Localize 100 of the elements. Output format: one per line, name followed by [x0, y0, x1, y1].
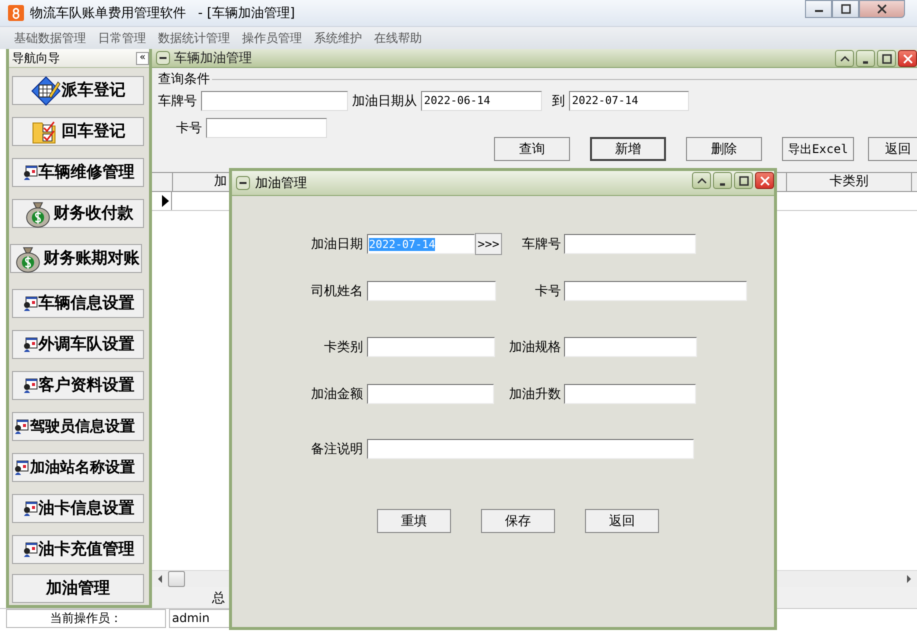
scroll-thumb[interactable]	[168, 571, 185, 587]
window-title: 物流车队账单费用管理软件	[30, 5, 186, 22]
system-menu-icon[interactable]	[156, 51, 170, 65]
user-card-icon	[22, 500, 38, 516]
nav-button[interactable]: 油卡充值管理	[12, 535, 144, 564]
system-menu-icon[interactable]	[236, 176, 250, 190]
nav-button[interactable]: 加油站名称设置	[12, 453, 144, 482]
nav-button[interactable]: 客户资料设置	[12, 371, 144, 400]
window-title: 车辆加油管理	[174, 50, 252, 67]
column-header: 加	[213, 173, 227, 191]
field-label: 卡号	[176, 120, 202, 137]
field-label: 备注说明	[310, 441, 363, 458]
dialog-title: 加油管理	[255, 175, 307, 192]
document-title: - [车辆加油管理]	[198, 5, 295, 22]
minimize-icon	[863, 60, 868, 64]
nav-button[interactable]: 外调车队设置	[12, 330, 144, 359]
status-label: 当前操作员：	[6, 609, 166, 628]
action-button[interactable]: 导出Excel	[782, 137, 854, 161]
action-button[interactable]: 返回	[868, 137, 917, 161]
action-button[interactable]: 返回	[585, 509, 659, 533]
user-card-icon	[22, 542, 38, 558]
action-button[interactable]: 删除	[686, 137, 762, 161]
nav-button[interactable]: 回车登记	[12, 117, 144, 146]
roll-up-button[interactable]	[692, 172, 711, 189]
field-label: 加油日期	[310, 236, 363, 253]
action-button[interactable]: 保存	[481, 509, 555, 533]
close-icon	[902, 54, 912, 64]
nav-button[interactable]: 驾驶员信息设置	[12, 412, 144, 441]
form-icon	[30, 76, 60, 106]
input-field[interactable]	[564, 337, 697, 357]
minimize-button[interactable]	[856, 50, 875, 67]
field-label: 到	[552, 93, 565, 110]
field-label: 司机姓名	[310, 283, 363, 300]
input-field[interactable]	[367, 281, 496, 301]
action-button[interactable]: 重填	[377, 509, 451, 533]
user-card-icon	[22, 164, 38, 180]
group-title: 查询条件	[158, 71, 210, 88]
input-field[interactable]: 2022-07-14	[569, 91, 689, 111]
caret-up-icon	[696, 176, 706, 186]
field-label: 车牌号	[158, 93, 197, 110]
nav-button[interactable]: 油卡信息设置	[12, 494, 144, 523]
input-field[interactable]	[564, 234, 696, 254]
field-label: 加油日期从	[352, 93, 417, 110]
user-card-icon	[13, 460, 29, 476]
input-field[interactable]: 2022-06-14	[421, 91, 542, 111]
input-field[interactable]	[367, 384, 494, 404]
input-field[interactable]	[367, 439, 694, 459]
nav-button[interactable]: 财务账期对账	[10, 244, 142, 273]
input-field[interactable]	[564, 384, 696, 404]
field-label: 卡号	[534, 283, 561, 300]
field-label: 加油规格	[508, 339, 561, 356]
nav-button[interactable]: 加油管理	[12, 574, 144, 603]
menu-item[interactable]: 日常管理	[92, 30, 152, 46]
minimize-button[interactable]	[805, 0, 832, 18]
caret-up-icon	[840, 54, 850, 64]
user-card-icon	[13, 418, 29, 434]
user-card-icon	[22, 378, 38, 394]
nav-button[interactable]: 财务收付款	[12, 199, 144, 228]
menu-item[interactable]: 基础数据管理	[8, 30, 92, 46]
maximize-icon	[840, 4, 852, 14]
row-pointer-icon	[161, 195, 169, 207]
summary-label: 总	[212, 590, 225, 606]
close-button[interactable]	[859, 0, 905, 18]
input-field[interactable]	[564, 281, 747, 301]
maximize-button[interactable]	[734, 172, 753, 189]
nav-button[interactable]: 车辆信息设置	[12, 289, 144, 318]
close-icon	[760, 176, 770, 186]
minimize-icon	[720, 182, 725, 186]
user-card-icon	[22, 296, 38, 312]
field-label: 加油升数	[508, 386, 561, 403]
maximize-icon	[738, 176, 748, 186]
action-button[interactable]: 查询	[494, 137, 570, 161]
input-field[interactable]	[206, 118, 327, 138]
collapse-button[interactable]: «	[136, 52, 149, 64]
maximize-button[interactable]	[877, 50, 896, 67]
action-button[interactable]: 新增	[590, 137, 666, 161]
input-field[interactable]	[367, 337, 495, 357]
nav-button[interactable]: 派车登记	[12, 76, 144, 105]
nav-button[interactable]: 车辆维修管理	[12, 158, 144, 187]
scroll-right-icon[interactable]	[906, 575, 912, 583]
menu-item[interactable]: 操作员管理	[236, 30, 308, 46]
roll-up-button[interactable]	[835, 50, 854, 67]
input-field[interactable]	[201, 91, 348, 111]
close-button[interactable]	[755, 172, 774, 189]
app-icon	[8, 5, 24, 21]
maximize-icon	[882, 54, 892, 64]
date-picker-button[interactable]: >>>	[475, 233, 502, 255]
column-header: 卡类别	[786, 173, 912, 191]
menu-item[interactable]: 在线帮助	[368, 30, 428, 46]
minimize-button[interactable]	[713, 172, 732, 189]
maximize-button[interactable]	[832, 0, 859, 18]
scroll-left-icon[interactable]	[157, 575, 163, 583]
field-label: 车牌号	[521, 236, 561, 253]
field-label: 卡类别	[323, 339, 363, 356]
close-button[interactable]	[898, 50, 917, 67]
menu-item[interactable]: 系统维护	[308, 30, 368, 46]
user-card-icon	[22, 336, 38, 352]
menu-item[interactable]: 数据统计管理	[152, 30, 236, 46]
field-label: 加油金额	[310, 386, 363, 403]
panel-title: 导航向导	[11, 50, 60, 66]
